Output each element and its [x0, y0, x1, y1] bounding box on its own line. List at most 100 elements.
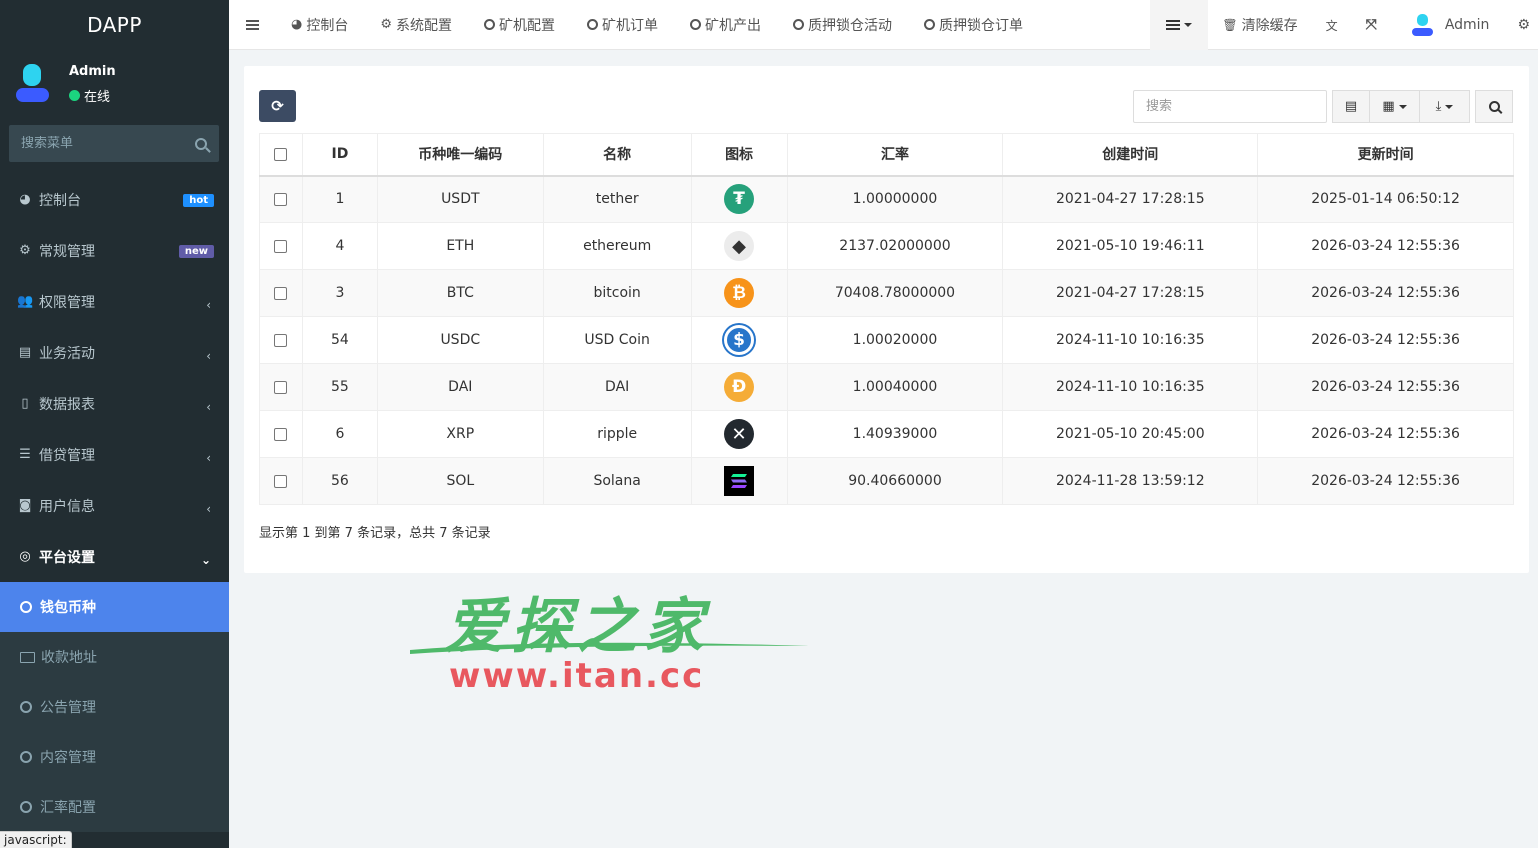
header-rate[interactable]: 汇率: [786, 133, 1004, 177]
chevron-down-icon: ⌄: [200, 553, 211, 567]
sidebar-subitem-receive-address[interactable]: 收款地址: [0, 632, 229, 682]
sidebar-item-dashboard[interactable]: ◕ 控制台 hot: [0, 174, 229, 225]
advanced-search-button[interactable]: [1475, 90, 1513, 123]
language-button[interactable]: 文: [1312, 0, 1352, 50]
columns-button[interactable]: ▦: [1370, 90, 1420, 123]
cell-id: 55: [301, 363, 378, 411]
table-row[interactable]: 4 ETH ethereum ◆ 2137.02000000 2021-05-1…: [259, 222, 1514, 270]
cell-updated: 2026-03-24 12:55:36: [1257, 269, 1514, 317]
dai-icon[interactable]: Đ: [724, 372, 755, 402]
table-row[interactable]: 55 DAI DAI Đ 1.00040000 2024-11-10 10:16…: [259, 363, 1514, 411]
header-code[interactable]: 币种唯一编码: [376, 133, 544, 177]
cell-created: 2024-11-10 10:16:35: [1002, 363, 1259, 411]
sidebar-item-lending[interactable]: ☰ 借贷管理 ‹: [0, 429, 229, 480]
clear-cache-button[interactable]: 🗑 清除缓存: [1208, 0, 1311, 50]
sidebar-toggle-button[interactable]: [229, 0, 275, 50]
admin-menu-button[interactable]: Admin: [1391, 0, 1510, 50]
tab-miner-config[interactable]: 矿机配置: [468, 0, 571, 50]
table-row[interactable]: 6 XRP ripple ✕ 1.40939000 2021-05-10 20:…: [259, 410, 1514, 458]
select-all-header: [259, 133, 303, 177]
sidebar-item-business[interactable]: ▤ 业务活动 ‹: [0, 327, 229, 378]
content-panel: ⟳ ▤ ▦ ⤓ ID 币种唯一编码 名称 图标 汇率 创建时间 更新时间 1 U…: [244, 66, 1529, 573]
header-icon[interactable]: 图标: [690, 133, 788, 177]
dashboard-icon: ◕: [291, 17, 303, 32]
row-checkbox[interactable]: [274, 474, 288, 488]
tab-dashboard[interactable]: ◕ 控制台: [275, 0, 364, 50]
tether-icon[interactable]: ₮: [724, 184, 755, 215]
search-icon[interactable]: [195, 137, 207, 150]
solana-icon[interactable]: [724, 466, 755, 496]
export-button[interactable]: ⤓: [1420, 90, 1470, 123]
tab-miner-orders[interactable]: 矿机订单: [571, 0, 674, 50]
cell-created: 2021-04-27 17:28:15: [1002, 269, 1259, 317]
coins-table: ID 币种唯一编码 名称 图标 汇率 创建时间 更新时间 1 USDT teth…: [259, 133, 1514, 505]
table-row[interactable]: 1 USDT tether ₮ 1.00000000 2021-04-27 17…: [259, 175, 1514, 223]
brand-logo[interactable]: DAPP: [0, 0, 229, 50]
row-checkbox[interactable]: [274, 286, 288, 300]
cell-updated: 2026-03-24 12:55:36: [1257, 316, 1514, 364]
sidebar-item-general[interactable]: ⚙ 常规管理 new: [0, 225, 229, 276]
sidebar-item-platform[interactable]: ◎ 平台设置 ⌄: [0, 531, 229, 582]
sidebar-subitem-content[interactable]: 内容管理: [0, 732, 229, 782]
header-updated[interactable]: 更新时间: [1257, 133, 1514, 177]
table-row[interactable]: 54 USDC USD Coin $ 1.00020000 2024-11-10…: [259, 316, 1514, 364]
row-checkbox[interactable]: [274, 427, 288, 441]
cell-rate: 2137.02000000: [786, 222, 1004, 270]
row-checkbox[interactable]: [274, 239, 288, 253]
circle-icon: [690, 19, 701, 30]
table-row[interactable]: 56 SOL Solana 90.40660000 2024-11-28 13:…: [259, 457, 1514, 505]
tabs-dropdown-button[interactable]: [1150, 0, 1209, 50]
cell-updated: 2025-01-14 06:50:12: [1257, 175, 1514, 223]
sidebar: DAPP Admin 在线 ◕ 控制台 hot ⚙ 常规管理 new 👥 权限管…: [0, 0, 229, 848]
header-id[interactable]: ID: [301, 133, 378, 177]
xrp-icon[interactable]: ✕: [724, 419, 755, 449]
sidebar-subitem-announcements[interactable]: 公告管理: [0, 682, 229, 732]
hamburger-icon: [245, 23, 259, 26]
circle-icon: [587, 19, 598, 30]
cell-created: 2021-05-10 19:46:11: [1002, 222, 1259, 270]
fullscreen-button[interactable]: ⤧: [1352, 0, 1391, 50]
refresh-button[interactable]: ⟳: [259, 90, 296, 122]
menu-search-input[interactable]: [21, 136, 195, 151]
usdc-icon[interactable]: $: [724, 325, 755, 355]
id-card-icon: [20, 651, 35, 663]
row-checkbox[interactable]: [274, 192, 288, 206]
newspaper-icon: ▤: [18, 345, 32, 360]
cell-updated: 2026-03-24 12:55:36: [1257, 363, 1514, 411]
table-row[interactable]: 3 BTC bitcoin ₿ 70408.78000000 2021-04-2…: [259, 269, 1514, 317]
gears-icon: ⚙: [1517, 17, 1530, 33]
user-status: 在线: [69, 86, 110, 105]
table-search-input[interactable]: [1133, 90, 1327, 123]
cell-rate: 70408.78000000: [786, 269, 1004, 317]
th-icon: ▦: [1382, 99, 1395, 114]
sidebar-subitem-wallet-coins[interactable]: 钱包币种: [0, 582, 229, 632]
cell-rate: 90.40660000: [786, 457, 1004, 505]
tab-system-config[interactable]: ⚙ 系统配置: [364, 0, 468, 50]
tab-staking-activity[interactable]: 质押锁仓活动: [777, 0, 908, 50]
online-dot-icon: [69, 90, 80, 101]
cell-created: 2024-11-10 10:16:35: [1002, 316, 1259, 364]
row-checkbox[interactable]: [274, 380, 288, 394]
sidebar-item-userinfo[interactable]: ◙ 用户信息 ‹: [0, 480, 229, 531]
header-name[interactable]: 名称: [542, 133, 692, 177]
sidebar-menu: ◕ 控制台 hot ⚙ 常规管理 new 👥 权限管理 ‹ ▤ 业务活动 ‹ ▯…: [0, 174, 229, 832]
settings-button[interactable]: ⚙: [1509, 0, 1538, 50]
select-all-checkbox[interactable]: [274, 147, 288, 161]
search-icon: [1488, 101, 1500, 112]
tab-miner-output[interactable]: 矿机产出: [674, 0, 777, 50]
chevron-left-icon: ‹: [206, 298, 211, 312]
cell-rate: 1.00020000: [786, 316, 1004, 364]
gear-icon: ⚙: [380, 17, 392, 32]
sidebar-item-auth[interactable]: 👥 权限管理 ‹: [0, 276, 229, 327]
ethereum-icon[interactable]: ◆: [724, 231, 755, 261]
sidebar-item-reports[interactable]: ▯ 数据报表 ‹: [0, 378, 229, 429]
bitcoin-icon[interactable]: ₿: [724, 278, 755, 308]
toggle-view-button[interactable]: ▤: [1332, 90, 1370, 123]
cell-code: SOL: [376, 457, 544, 505]
tab-staking-orders[interactable]: 质押锁仓订单: [908, 0, 1039, 50]
cell-created: 2021-04-27 17:28:15: [1002, 175, 1259, 223]
sidebar-subitem-exchange-rate[interactable]: 汇率配置: [0, 782, 229, 832]
circle-icon: [20, 751, 32, 763]
header-created[interactable]: 创建时间: [1002, 133, 1259, 177]
row-checkbox[interactable]: [274, 333, 288, 347]
